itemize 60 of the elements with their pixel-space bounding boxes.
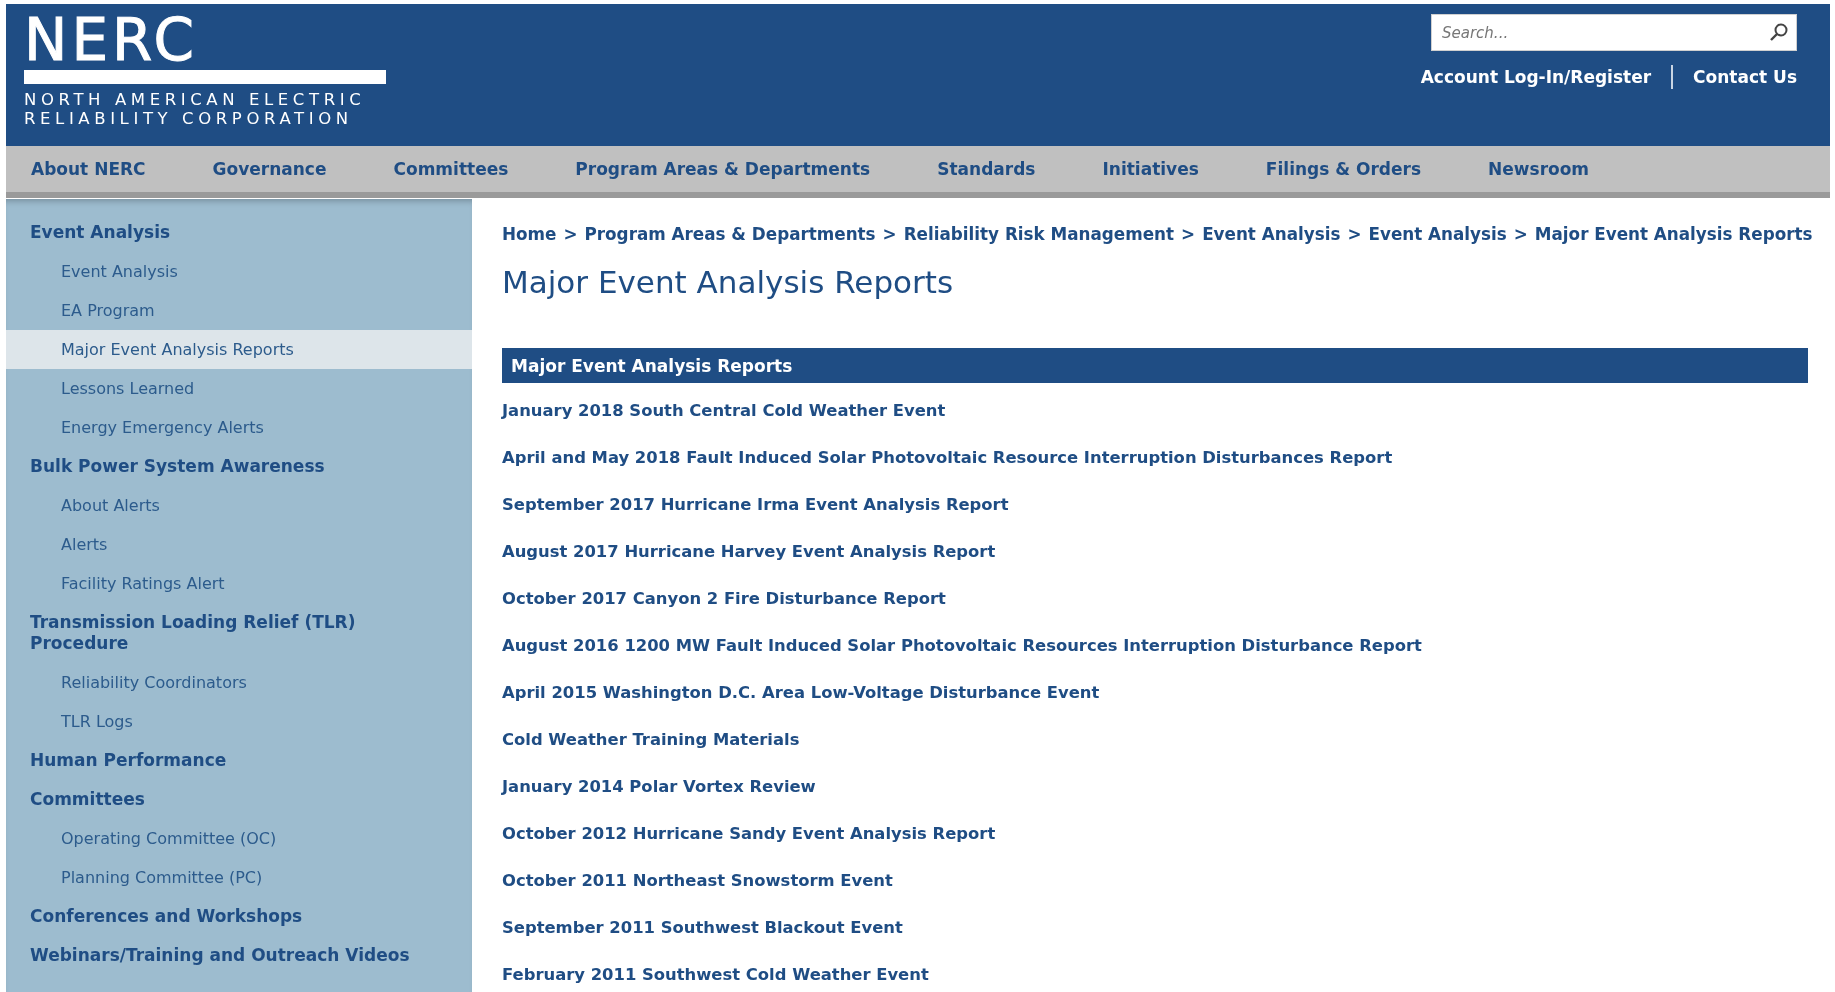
breadcrumb-link[interactable]: Event Analysis: [1368, 223, 1507, 244]
header-link[interactable]: Account Log-In/Register: [1420, 67, 1652, 87]
report-link[interactable]: April and May 2018 Fault Induced Solar Photovoltaic Resource Interruption Disturbances Report: [502, 448, 1393, 468]
sidebar-section[interactable]: Webinars/Training and Outreach Videos: [6, 936, 472, 975]
sidebar-item[interactable]: Planning Committee (PC): [6, 858, 472, 897]
breadcrumb-link[interactable]: Reliability Risk Management: [903, 223, 1175, 244]
sidebar-section[interactable]: Transmission Loading Relief (TLR) Procedure: [6, 603, 472, 663]
sidebar-item[interactable]: Operating Committee (OC): [6, 819, 472, 858]
sidebar-item[interactable]: EA Program: [6, 291, 472, 330]
sidebar-section[interactable]: Committees: [6, 780, 472, 819]
nav-item[interactable]: Filings & Orders: [1247, 159, 1455, 179]
breadcrumb-link[interactable]: Program Areas & Departments: [584, 223, 876, 244]
search-field[interactable]: Search...: [1431, 14, 1797, 51]
nav-item[interactable]: Program Areas & Departments: [557, 159, 904, 179]
breadcrumb-separator: >: [563, 223, 578, 244]
sidebar-item[interactable]: Reliability Coordinators: [6, 663, 472, 702]
breadcrumb-link[interactable]: Event Analysis: [1202, 223, 1341, 244]
table-header: Major Event Analysis Reports: [502, 348, 1808, 383]
breadcrumb-separator: >: [1513, 223, 1528, 244]
breadcrumb-link[interactable]: Home: [502, 223, 557, 244]
report-link[interactable]: September 2011 Southwest Blackout Event: [502, 918, 903, 938]
breadcrumb-separator: >: [1347, 223, 1362, 244]
report-link[interactable]: April 2015 Washington D.C. Area Low-Voltage Disturbance Event: [502, 683, 1100, 703]
breadcrumb-separator: >: [882, 223, 897, 244]
sidebar-item[interactable]: Lessons Learned: [6, 369, 472, 408]
report-link[interactable]: January 2014 Polar Vortex Review: [502, 777, 816, 797]
sidebar-item[interactable]: Energy Emergency Alerts: [6, 408, 472, 447]
page-title: Major Event Analysis Reports: [502, 263, 955, 302]
sidebar-item[interactable]: Alerts: [6, 525, 472, 564]
report-link[interactable]: October 2017 Canyon 2 Fire Disturbance Report: [502, 589, 946, 609]
report-link[interactable]: October 2012 Hurricane Sandy Event Analysis Report: [502, 824, 996, 844]
sidebar-section[interactable]: Bulk Power System Awareness: [6, 447, 472, 486]
sidebar-item[interactable]: Major Event Analysis Reports: [6, 330, 472, 369]
nav-item[interactable]: Initiatives: [1084, 159, 1232, 179]
header-link[interactable]: Contact Us: [1693, 67, 1797, 87]
logo-name: NORTH AMERICAN ELECTRIC: [24, 90, 367, 109]
breadcrumb-link[interactable]: Major Event Analysis Reports: [1534, 223, 1813, 244]
sidebar-item[interactable]: TLR Logs: [6, 702, 472, 741]
breadcrumb-separator: >: [1181, 223, 1196, 244]
search-icon[interactable]: [1769, 22, 1789, 42]
sidebar-section[interactable]: Human Performance: [6, 741, 472, 780]
sidebar-section[interactable]: Conferences and Workshops: [6, 897, 472, 936]
nav-item[interactable]: Newsroom: [1470, 159, 1623, 179]
nav-item[interactable]: Committees: [375, 159, 542, 179]
report-link[interactable]: Cold Weather Training Materials: [502, 730, 800, 750]
logo-wordmark[interactable]: NERC: [24, 14, 386, 66]
report-link[interactable]: January 2018 South Central Cold Weather Event: [502, 401, 946, 421]
nav-item[interactable]: About NERC: [13, 159, 179, 179]
sidebar-item[interactable]: Event Analysis: [6, 252, 472, 291]
sidebar-item[interactable]: About Alerts: [6, 486, 472, 525]
report-link[interactable]: September 2017 Hurricane Irma Event Analysis Report: [502, 495, 1009, 515]
sidebar-section[interactable]: Event Analysis: [6, 213, 472, 252]
report-link[interactable]: August 2016 1200 MW Fault Induced Solar Photovoltaic Resources Interruption Disturbance Report: [502, 636, 1422, 656]
report-link[interactable]: October 2011 Northeast Snowstorm Event: [502, 871, 893, 891]
logo-name: RELIABILITY CORPORATION: [24, 109, 354, 128]
sidebar-item[interactable]: Facility Ratings Alert: [6, 564, 472, 603]
nav-item[interactable]: Standards: [919, 159, 1069, 179]
nav-item[interactable]: Governance: [194, 159, 360, 179]
report-link[interactable]: February 2011 Southwest Cold Weather Event: [502, 965, 929, 985]
report-link[interactable]: August 2017 Hurricane Harvey Event Analysis Report: [502, 542, 996, 562]
